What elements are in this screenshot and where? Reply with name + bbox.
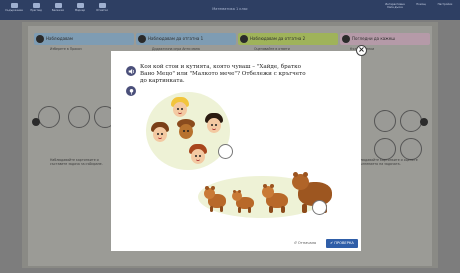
- section-subtitle-1: Изберете в Праказ: [50, 47, 82, 51]
- bottom-instruction-left: Наблюдавайте картинките и съставете зада…: [50, 158, 103, 166]
- answer-option-2[interactable]: [312, 200, 327, 215]
- question-text: Коя кой стои и кутията, която чуваш – "Х…: [140, 64, 306, 84]
- whiteboard-button[interactable]: Интерактивна бяла дъска: [384, 3, 406, 9]
- sad-face: [400, 110, 422, 132]
- help-button[interactable]: Помощ: [410, 3, 432, 6]
- medium-bear: [262, 184, 288, 214]
- bottom-instruction-right: Наблюдавайте картинките и оценете изпълн…: [354, 158, 418, 166]
- sad-face: [374, 138, 396, 160]
- tab-look-and-say[interactable]: Погледни да кажеш: [340, 33, 430, 45]
- teddy-bear: [176, 119, 196, 141]
- pin-icon[interactable]: [126, 86, 136, 96]
- speaker-icon[interactable]: [126, 66, 136, 76]
- tab-observe[interactable]: Наблюдавам: [34, 33, 134, 45]
- close-icon[interactable]: ×: [356, 45, 367, 56]
- play-icon: [342, 35, 350, 43]
- toolbar-button-preview[interactable]: Преглед: [26, 1, 46, 19]
- smiley-face: [38, 106, 60, 128]
- settings-button[interactable]: Настройки: [434, 3, 456, 6]
- small-bear-cub: [204, 186, 226, 212]
- toolbar-button-marker[interactable]: Маркер: [70, 1, 90, 19]
- toolbar-button-notes[interactable]: Бележки: [48, 1, 68, 19]
- reset-button[interactable]: ↺ Отначало: [288, 239, 322, 248]
- next-page-arrow[interactable]: [420, 118, 428, 126]
- tab-guess-1[interactable]: Наблюдавам да отгатна 1: [136, 33, 236, 45]
- marker-icon: [76, 3, 84, 8]
- play-icon: [138, 35, 146, 43]
- toolbar-button-bookmarks[interactable]: Отметки: [92, 1, 112, 19]
- check-button[interactable]: ✔ ПРОВЕРКА: [326, 239, 358, 248]
- play-icon: [240, 35, 248, 43]
- contents-icon: [10, 3, 18, 8]
- book-title: Математика 1 клас: [212, 7, 248, 11]
- play-icon: [36, 35, 44, 43]
- child-brown-hair: [150, 122, 170, 144]
- child-blond: [170, 97, 190, 119]
- preview-icon: [32, 3, 40, 8]
- small-bear-cub: [232, 190, 254, 214]
- sad-face: [400, 138, 422, 160]
- tab-guess-2[interactable]: Наблюдавам да отгатна 2: [238, 33, 338, 45]
- notes-icon: [54, 3, 62, 8]
- previous-page-arrow[interactable]: [32, 118, 40, 126]
- answer-option-1[interactable]: [218, 144, 233, 159]
- child-dark-hair: [204, 113, 224, 135]
- smiley-face: [68, 106, 90, 128]
- toolbar-button-contents[interactable]: Съдържание: [4, 1, 24, 19]
- app-toolbar: Съдържание Преглед Бележки Маркер Отметк…: [0, 0, 460, 20]
- sad-face: [374, 110, 396, 132]
- bookmark-icon: [98, 3, 106, 8]
- child-red-hair: [188, 144, 208, 166]
